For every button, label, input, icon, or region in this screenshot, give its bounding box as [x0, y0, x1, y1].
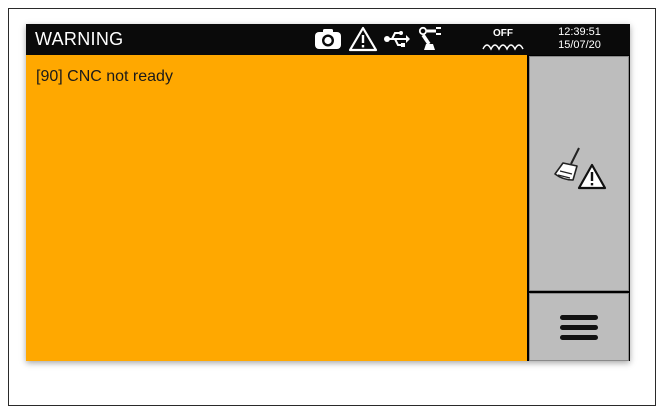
screen-title: WARNING — [35, 29, 124, 49]
clock-time: 12:39:51 — [558, 26, 601, 38]
clock-date: 15/07/20 — [558, 39, 601, 51]
coolant-off-label: OFF — [493, 27, 513, 39]
hmi-screen: WARNING OFF 12:39:51 15/07/20 [90] CNC n… — [26, 24, 630, 361]
coolant-off-icon[interactable]: OFF — [481, 26, 525, 52]
camera-icon[interactable] — [312, 26, 344, 52]
side-button-bar — [527, 55, 630, 361]
hamburger-icon — [560, 310, 598, 345]
menu-button[interactable] — [529, 293, 629, 361]
warning-message-panel: [90] CNC not ready — [26, 55, 527, 361]
clock: 12:39:51 15/07/20 — [529, 24, 630, 55]
warning-triangle-icon[interactable] — [347, 26, 379, 52]
warning-message: [90] CNC not ready — [36, 68, 173, 85]
broom-warning-icon — [549, 146, 609, 201]
robot-arm-icon[interactable] — [415, 26, 445, 52]
usb-icon[interactable] — [382, 26, 412, 52]
clear-warnings-button[interactable] — [529, 56, 629, 291]
top-bar: WARNING OFF 12:39:51 15/07/20 — [26, 24, 630, 55]
